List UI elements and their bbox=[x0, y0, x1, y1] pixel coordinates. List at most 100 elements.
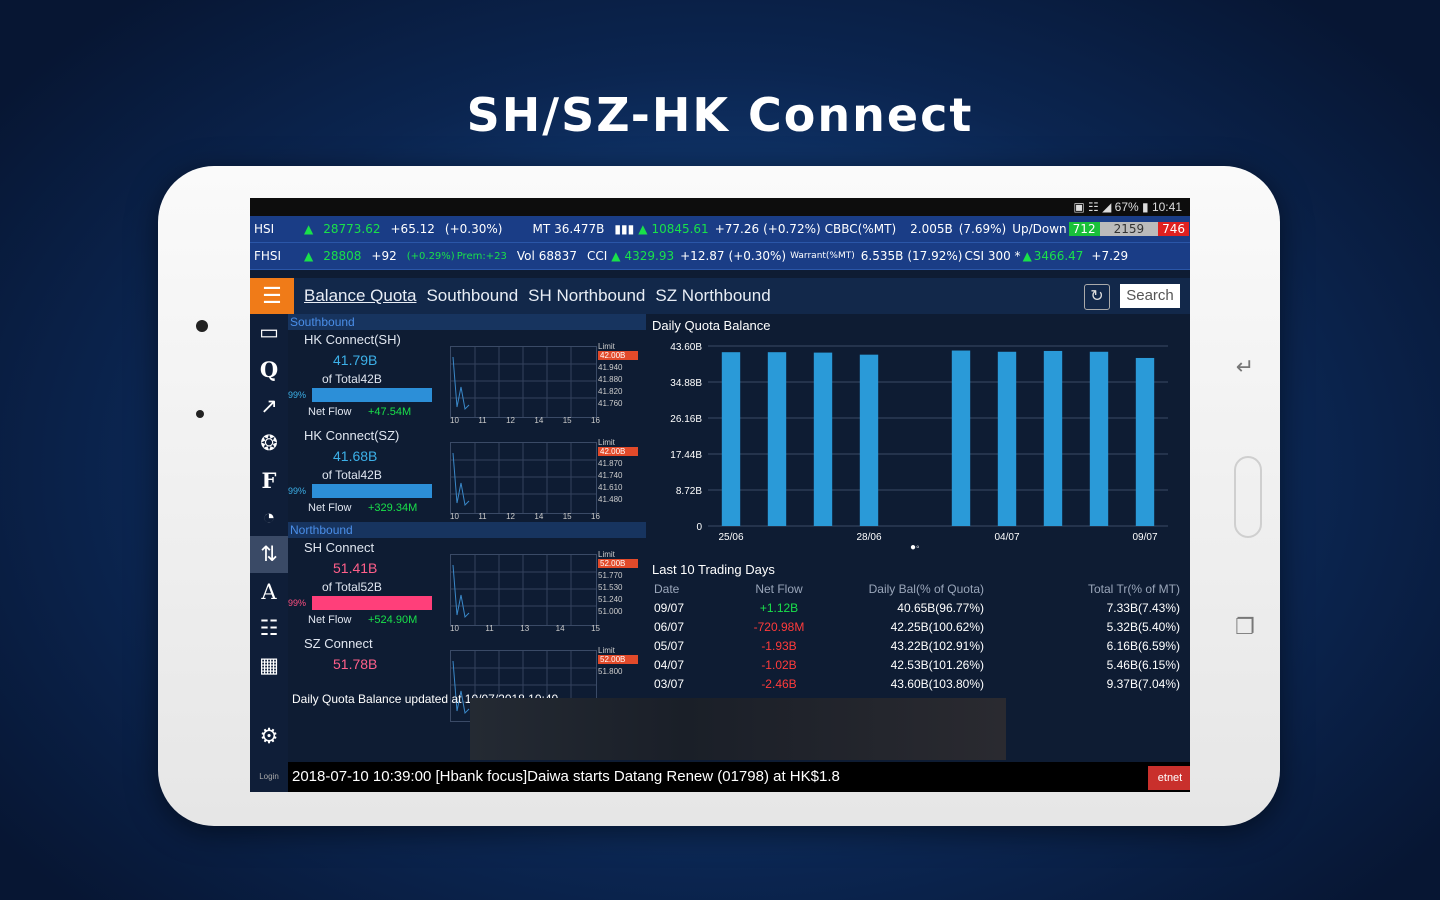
tab-sh-northbound[interactable]: SH Northbound bbox=[528, 286, 645, 306]
limit-tick: 41.820 bbox=[598, 387, 623, 396]
down-count: 746 bbox=[1158, 222, 1190, 236]
pie-chart-icon[interactable]: ◔ bbox=[250, 499, 288, 536]
up-arrow-icon: ▲ bbox=[611, 249, 621, 263]
mini-x-tick: 11 bbox=[485, 624, 494, 633]
connect-card[interactable]: SZ Connect 51.78B Limit 52.00B 51.800 bbox=[288, 634, 646, 722]
quota-bar[interactable] bbox=[1135, 357, 1155, 526]
csi300-label: CSI 300 * bbox=[964, 249, 1021, 263]
refresh-icon[interactable]: ↻ bbox=[1084, 284, 1110, 310]
news-ticker[interactable]: 2018-07-10 10:39:00 [Hbank focus]Daiwa s… bbox=[288, 762, 1190, 792]
fhsi-premium: Prem:+23 bbox=[456, 250, 507, 262]
quota-bar[interactable] bbox=[1089, 351, 1109, 526]
news-icon[interactable]: ☷ bbox=[250, 610, 288, 647]
intraday-line bbox=[452, 452, 470, 507]
calendar-icon[interactable]: ▦ bbox=[250, 647, 288, 684]
search-button[interactable]: Search bbox=[1120, 284, 1180, 308]
row-total-tr: 9.37B(7.04%) bbox=[1106, 677, 1180, 691]
menu-button[interactable]: ☰ bbox=[250, 278, 294, 314]
recent-apps-icon[interactable]: ❐ bbox=[1230, 614, 1260, 640]
quota-progress-bar bbox=[312, 596, 432, 610]
index-ticker-row-2: FHSI ▲ 28808 +92 (+0.29%) Prem:+23 Vol 6… bbox=[250, 243, 1190, 270]
mini-x-tick: 13 bbox=[520, 624, 530, 633]
net-flow-value: +329.34M bbox=[368, 502, 418, 514]
table-row[interactable]: 04/07 -1.02B 42.53B(101.26%) 5.46B(6.15%) bbox=[648, 656, 1190, 675]
up-count: 712 bbox=[1068, 222, 1100, 236]
table-row[interactable]: 03/07 -2.46B 43.60B(103.80%) 9.37B(7.04%) bbox=[648, 675, 1190, 694]
limit-tick: 51.240 bbox=[598, 595, 623, 604]
intraday-line bbox=[452, 356, 470, 411]
connect-title: SH Connect bbox=[304, 540, 375, 555]
row-net-flow: -1.02B bbox=[761, 658, 797, 672]
quota-bar[interactable] bbox=[951, 350, 971, 526]
mini-x-tick: 16 bbox=[591, 416, 600, 425]
connect-transfer-icon[interactable]: ⇅ bbox=[250, 536, 288, 573]
tab-balance-quota[interactable]: Balance Quota bbox=[304, 286, 416, 306]
quota-bar[interactable] bbox=[813, 352, 833, 526]
limit-tick: 52.00B bbox=[598, 559, 638, 568]
row-daily-bal: 43.22B(102.91%) bbox=[890, 639, 984, 653]
mini-x-tick: 14 bbox=[555, 624, 565, 633]
limit-tick: 42.00B bbox=[598, 447, 638, 456]
index2-percent: (+0.72%) bbox=[763, 222, 821, 236]
limit-tick: 52.00B bbox=[598, 655, 638, 664]
x-tick-label: 09/07 bbox=[1132, 532, 1157, 543]
header-net-flow: Net Flow bbox=[755, 582, 803, 596]
table-row[interactable]: 09/07 +1.12B 40.65B(96.77%) 7.33B(7.43%) bbox=[648, 599, 1190, 618]
etnet-logo[interactable]: etnet bbox=[1148, 766, 1190, 790]
news-headline[interactable]: 2018-07-10 10:39:00 [Hbank focus]Daiwa s… bbox=[292, 768, 840, 785]
mini-x-tick: 12 bbox=[506, 512, 515, 521]
y-tick-label: 8.72B bbox=[676, 486, 702, 497]
hsi-price: 28773.62 bbox=[323, 222, 381, 236]
last-10-days-table: Date Net Flow Daily Bal(% of Quota) Tota… bbox=[648, 580, 1190, 694]
limit-tick: 41.880 bbox=[598, 375, 623, 384]
y-tick-label: 0 bbox=[696, 522, 702, 533]
quota-bar[interactable] bbox=[859, 354, 879, 526]
a-shares-icon[interactable]: A bbox=[250, 573, 288, 610]
mini-x-tick: 11 bbox=[478, 512, 487, 521]
ad-banner[interactable] bbox=[470, 698, 1006, 760]
header-date: Date bbox=[654, 582, 680, 596]
bull-bear-icon[interactable]: ❂ bbox=[250, 425, 288, 462]
quota-bar[interactable] bbox=[767, 352, 787, 526]
login-button[interactable]: Login bbox=[250, 762, 288, 792]
limit-tick: 41.870 bbox=[598, 459, 623, 468]
net-flow-label: Net Flow bbox=[308, 614, 352, 626]
back-key-icon[interactable]: ↵ bbox=[1230, 354, 1260, 380]
hsi-label[interactable]: HSI bbox=[250, 222, 294, 236]
fhsi-price: 28808 bbox=[323, 249, 362, 263]
header-total-tr: Total Tr(% of MT) bbox=[1087, 582, 1180, 596]
quota-bar[interactable] bbox=[997, 351, 1017, 526]
table-row[interactable]: 06/07 -720.98M 42.25B(100.62%) 5.32B(5.40%) bbox=[648, 618, 1190, 637]
quota-bar[interactable] bbox=[721, 352, 741, 526]
fhsi-label[interactable]: FHSI bbox=[250, 249, 294, 263]
fhsi-change: +92 bbox=[371, 249, 397, 263]
tab-sz-northbound[interactable]: SZ Northbound bbox=[655, 286, 770, 306]
limit-label: Limit bbox=[598, 342, 615, 351]
daily-quota-panel: Daily Quota Balance 43.60B 34.88B 26.16B 17… bbox=[648, 314, 1190, 724]
chart-line-icon[interactable]: ↗ bbox=[250, 388, 288, 425]
connect-card[interactable]: HK Connect(SH) 41.79B of Total42B 99% Net Fl… bbox=[288, 330, 646, 426]
limit-axis: Limit 42.00B 41.940 41.880 41.820 41.760 bbox=[598, 342, 638, 411]
page-indicator-dots[interactable]: ●◦ bbox=[910, 542, 920, 553]
net-flow-label: Net Flow bbox=[308, 406, 352, 418]
limit-tick: 41.740 bbox=[598, 471, 623, 480]
quota-bar[interactable] bbox=[1043, 350, 1063, 526]
y-tick-label: 43.60B bbox=[670, 342, 702, 353]
intraday-line bbox=[452, 564, 470, 619]
quote-icon[interactable]: Q bbox=[250, 351, 288, 388]
fhsi-percent: (+0.29%) bbox=[406, 250, 455, 262]
connect-summary-panel: Southbound HK Connect(SH) 41.79B of Total4… bbox=[288, 314, 646, 724]
home-button[interactable] bbox=[1234, 456, 1262, 538]
mini-x-tick: 10 bbox=[450, 512, 459, 521]
mt-value: 36.477B bbox=[554, 222, 605, 236]
row-total-tr: 6.16B(6.59%) bbox=[1106, 639, 1180, 653]
connect-card[interactable]: SH Connect 51.41B of Total52B 99% Net Flow +5… bbox=[288, 538, 646, 634]
settings-gear-icon[interactable]: ⚙ bbox=[250, 718, 288, 755]
tab-southbound[interactable]: Southbound bbox=[426, 286, 518, 306]
table-row[interactable]: 05/07 -1.93B 43.22B(102.91%) 6.16B(6.59%) bbox=[648, 637, 1190, 656]
limit-label: Limit bbox=[598, 646, 615, 655]
connect-card[interactable]: HK Connect(SZ) 41.68B of Total42B 99% Net Fl… bbox=[288, 426, 646, 522]
limit-axis: Limit 42.00B 41.870 41.740 41.610 41.480 bbox=[598, 438, 638, 507]
portfolio-briefcase-icon[interactable]: ▭ bbox=[250, 314, 288, 351]
futures-icon[interactable]: F bbox=[250, 462, 288, 499]
